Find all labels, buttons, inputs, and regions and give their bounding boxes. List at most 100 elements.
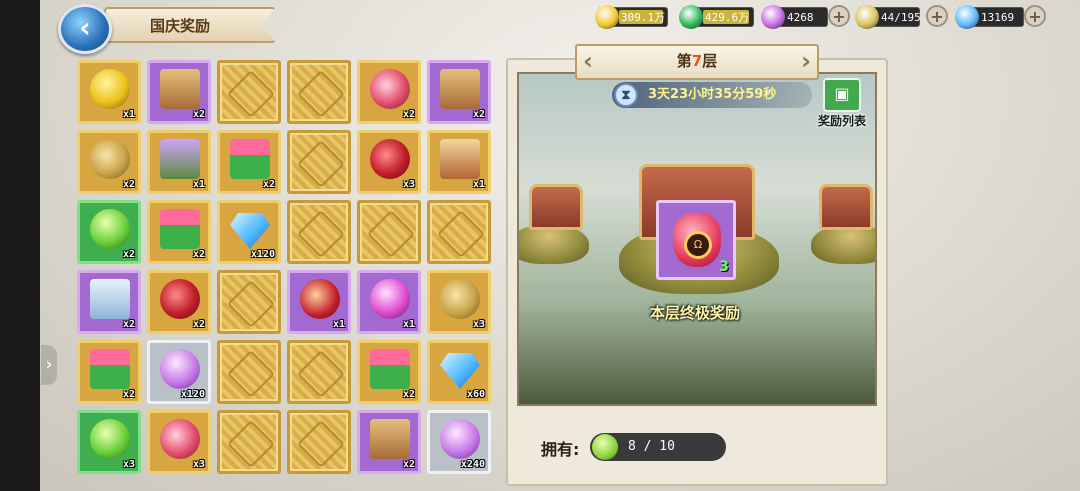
jade-resource: 429.6万 [679,5,754,29]
revealed-reward-tile[interactable]: x120 [147,340,211,404]
jade-value: 429.6万 [705,11,750,24]
item-quantity: x1 [332,319,345,330]
hidden-reward-tile[interactable] [287,200,351,264]
item-quantity: x1 [472,179,485,190]
hidden-reward-tile[interactable] [287,60,351,124]
hidden-reward-tile[interactable] [427,200,491,264]
page-title: 国庆奖励 [150,17,211,35]
countdown-timer: ⧗ 3天23小时35分59秒 [612,82,812,108]
back-arrow-icon: ‹ [79,11,91,44]
gem-box-icon [160,209,200,249]
revealed-reward-tile[interactable]: x2 [77,130,141,194]
left-edge-bar [0,0,40,491]
ultimate-reward-label: 本层终极奖励 [649,304,740,322]
item-quantity: x2 [122,249,135,260]
reward-list-button[interactable]: ▣ 奖励列表 [812,78,872,129]
item-quantity: x1 [122,109,135,120]
back-button[interactable]: ‹ [58,4,112,54]
stamina-resource: 44/195 [855,5,921,29]
gem-box-icon [230,139,270,179]
revealed-reward-tile[interactable]: x2 [147,60,211,124]
hidden-reward-tile[interactable] [217,270,281,334]
lantern-orb-icon [90,69,130,109]
revealed-reward-tile[interactable]: x1 [357,270,421,334]
ornament-icon [296,139,346,189]
portrait-card-icon [440,139,480,179]
ornament-icon [226,279,276,329]
revealed-reward-tile[interactable]: x2 [357,410,421,474]
add-diamond-button[interactable]: + [1024,5,1046,27]
red-bag-icon [370,139,410,179]
revealed-reward-tile[interactable]: x2 [77,200,141,264]
ornament-icon [296,209,346,259]
ornament-icon [226,349,276,399]
ornament-icon [226,69,276,119]
floor-tab: ‹ 第7层 › [575,44,819,80]
title-banner: 国庆奖励 [104,7,276,43]
add-spirit-button[interactable]: + [828,5,850,27]
green-gem-icon [679,5,703,29]
revealed-reward-tile[interactable]: x3 [77,410,141,474]
hero-card-icon [160,139,200,179]
hidden-reward-tile[interactable] [357,200,421,264]
hidden-reward-tile[interactable] [217,340,281,404]
diamond-value: 13169 [981,11,1015,24]
revealed-reward-tile[interactable]: x1 [147,130,211,194]
hidden-reward-tile[interactable] [217,410,281,474]
ornament-icon [296,419,346,469]
revealed-reward-tile[interactable]: x1 [77,60,141,124]
reward-grid: x1 x2 x2 x2 x2 x1 x2 x3 x1 x2 x2 x120 x2 x2 x1 x1 x3 x2 x1… [77,60,497,480]
hidden-reward-tile[interactable] [217,60,281,124]
floor-prefix: 第 [676,52,692,70]
revealed-reward-tile[interactable]: x1 [287,270,351,334]
revealed-reward-tile[interactable]: x2 [217,130,281,194]
revealed-reward-tile[interactable]: x60 [427,340,491,404]
revealed-reward-tile[interactable]: x2 [357,340,421,404]
red-bag-icon [160,279,200,319]
revealed-reward-tile[interactable]: x2 [147,200,211,264]
item-quantity: x2 [472,109,485,120]
heroes-bag-icon [300,279,340,319]
revealed-reward-tile[interactable]: x3 [427,270,491,334]
hidden-reward-tile[interactable] [287,410,351,474]
item-quantity: x60 [466,389,485,400]
item-quantity: x2 [192,109,205,120]
gem-box-icon [370,349,410,389]
revealed-reward-tile[interactable]: x3 [357,130,421,194]
revealed-reward-tile[interactable]: x240 [427,410,491,474]
side-expand-arrow-icon[interactable]: › [41,345,57,385]
item-quantity: x3 [472,319,485,330]
revealed-reward-tile[interactable]: x3 [147,410,211,474]
hidden-reward-tile[interactable] [287,130,351,194]
gold-coin-icon [595,5,619,29]
item-quantity: x240 [460,459,485,470]
stamina-value: 44/195 [881,11,921,24]
wheat-icon [855,5,879,29]
gold-resource: 309.1万 [595,5,668,29]
revealed-reward-tile[interactable]: x2 [427,60,491,124]
candy-bag-icon [370,69,410,109]
revealed-reward-tile[interactable]: x2 [77,340,141,404]
hero-box-icon [370,419,410,459]
ornament-icon [366,209,416,259]
right-chest [819,184,873,230]
hero-box-icon [160,69,200,109]
hidden-reward-tile[interactable] [287,340,351,404]
revealed-reward-tile[interactable]: x2 [77,270,141,334]
next-floor-chevron-icon[interactable]: › [801,48,811,74]
item-quantity: x3 [402,179,415,190]
revealed-reward-tile[interactable]: x1 [427,130,491,194]
ornament-icon [226,419,276,469]
owned-counter: 8 / 10 [590,433,726,461]
revealed-reward-tile[interactable]: x2 [357,60,421,124]
add-stamina-button[interactable]: + [926,5,948,27]
diamond-icon [955,5,979,29]
spirit-value: 4268 [787,11,814,24]
revealed-reward-tile[interactable]: x120 [217,200,281,264]
item-quantity: x1 [402,319,415,330]
prev-floor-chevron-icon[interactable]: ‹ [583,48,593,74]
ultimate-reward-item[interactable]: Ω 3 [656,200,736,280]
revealed-reward-tile[interactable]: x2 [147,270,211,334]
left-island [519,224,589,264]
money-bag-icon [90,139,130,179]
